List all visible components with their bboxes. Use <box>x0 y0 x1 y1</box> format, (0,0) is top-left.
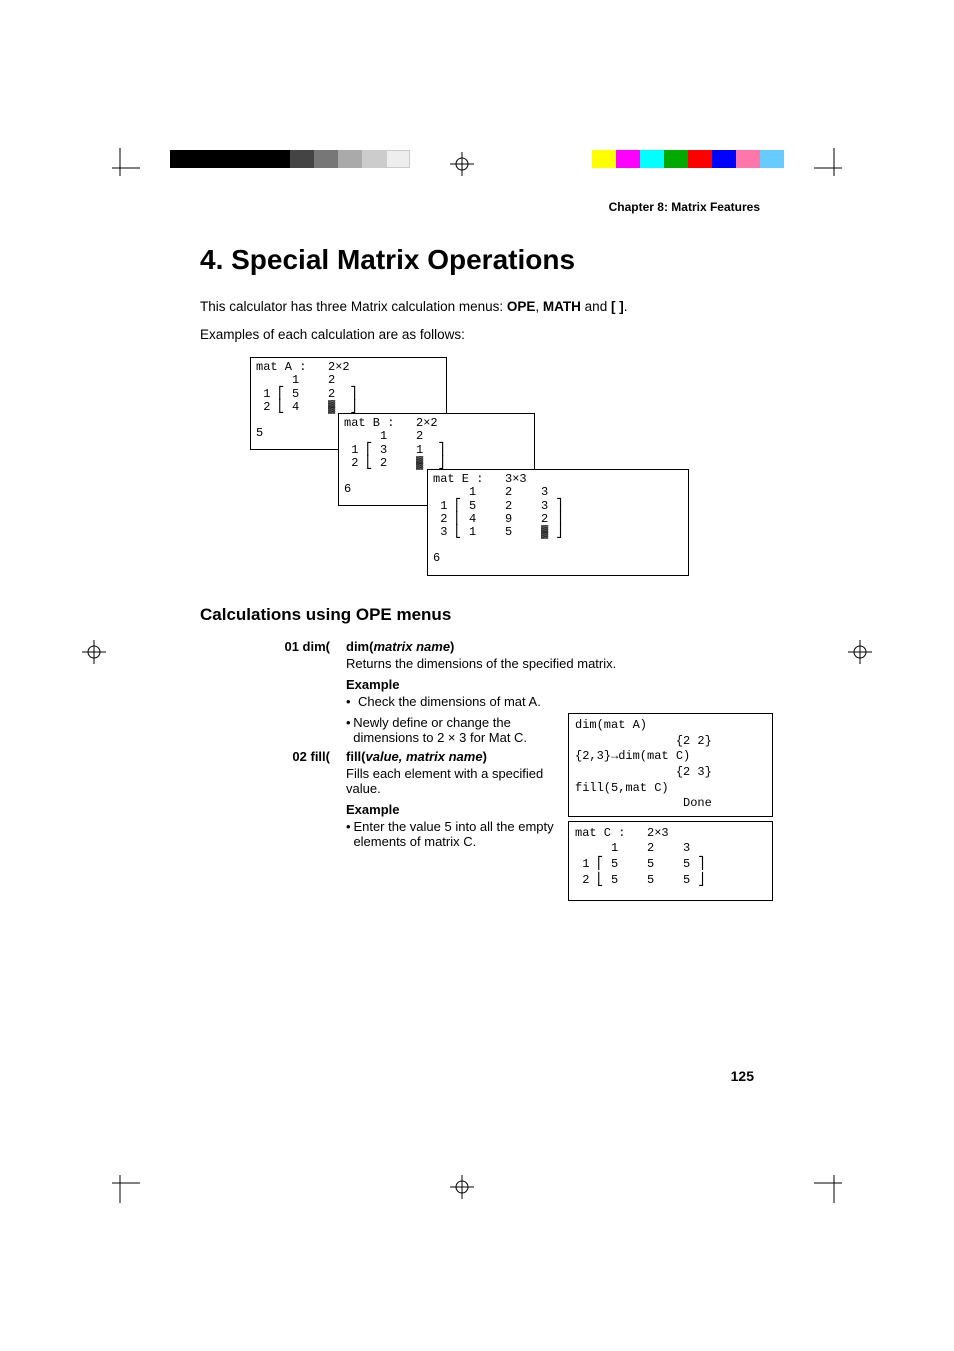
op-fill-label: 02 fill( <box>200 749 346 849</box>
op-dim-cont: •Newly define or change the dimensions t… <box>200 713 556 745</box>
grayscale-swatch-bar <box>170 150 410 168</box>
registration-mark-top <box>450 152 474 176</box>
crop-mark-tl <box>100 148 140 188</box>
section-subheading: Calculations using OPE menus <box>200 605 760 625</box>
op-dim: 01 dim( dim(matrix name) Returns the dim… <box>200 639 760 709</box>
registration-mark-right <box>848 640 872 664</box>
crop-mark-tr <box>814 148 854 188</box>
ope-split: •Newly define or change the dimensions t… <box>200 713 760 905</box>
screen-calc-output: dim(mat A) {2 2} {2,3}→dim(mat C) {2 3} … <box>568 713 773 817</box>
op-dim-signature: dim(matrix name) <box>346 639 760 654</box>
chapter-header: Chapter 8: Matrix Features <box>200 200 760 214</box>
op-dim-bullet-1: •Check the dimensions of mat A. <box>346 694 760 709</box>
op-dim-example-head: Example <box>346 677 760 692</box>
op-dim-bullet-2: •Newly define or change the dimensions t… <box>346 715 556 745</box>
page-number: 125 <box>731 1068 754 1084</box>
side-screenshots: dim(mat A) {2 2} {2,3}→dim(mat C) {2 3} … <box>568 713 773 905</box>
screen-mat-c: mat C : 2×3 1 2 3 1 ⎡ 5 5 5 ⎤ 2 ⎣ 5 5 5 … <box>568 821 773 901</box>
op-fill-example-head: Example <box>346 802 556 817</box>
registration-mark-bottom <box>450 1175 474 1199</box>
intro-paragraph-1: This calculator has three Matrix calcula… <box>200 296 760 318</box>
crop-mark-br <box>814 1163 854 1203</box>
op-fill-description: Fills each element with a specified valu… <box>346 766 556 796</box>
op-fill-signature: fill(value, matrix name) <box>346 749 556 764</box>
page-content: Chapter 8: Matrix Features 4. Special Ma… <box>200 200 760 905</box>
matrix-screenshots: mat A : 2×2 1 2 1 ⎡ 5 2 ⎤ 2 ⎣ 4 ▓ ⎦ 5 ma… <box>250 357 760 587</box>
op-fill-bullet-1: •Enter the value 5 into all the empty el… <box>346 819 556 849</box>
intro-paragraph-2: Examples of each calculation are as foll… <box>200 324 760 346</box>
color-swatch-bar <box>592 150 784 168</box>
op-fill: 02 fill( fill(value, matrix name) Fills … <box>200 749 556 849</box>
crop-mark-bl <box>100 1163 140 1203</box>
screen-mat-e: mat E : 3×3 1 2 3 1 ⎡ 5 2 3 ⎤ 2 ⎢ 4 9 2 … <box>427 469 689 576</box>
op-dim-label: 01 dim( <box>200 639 346 709</box>
op-dim-description: Returns the dimensions of the specified … <box>346 656 760 671</box>
registration-mark-left <box>82 640 106 664</box>
page-title: 4. Special Matrix Operations <box>200 244 760 276</box>
